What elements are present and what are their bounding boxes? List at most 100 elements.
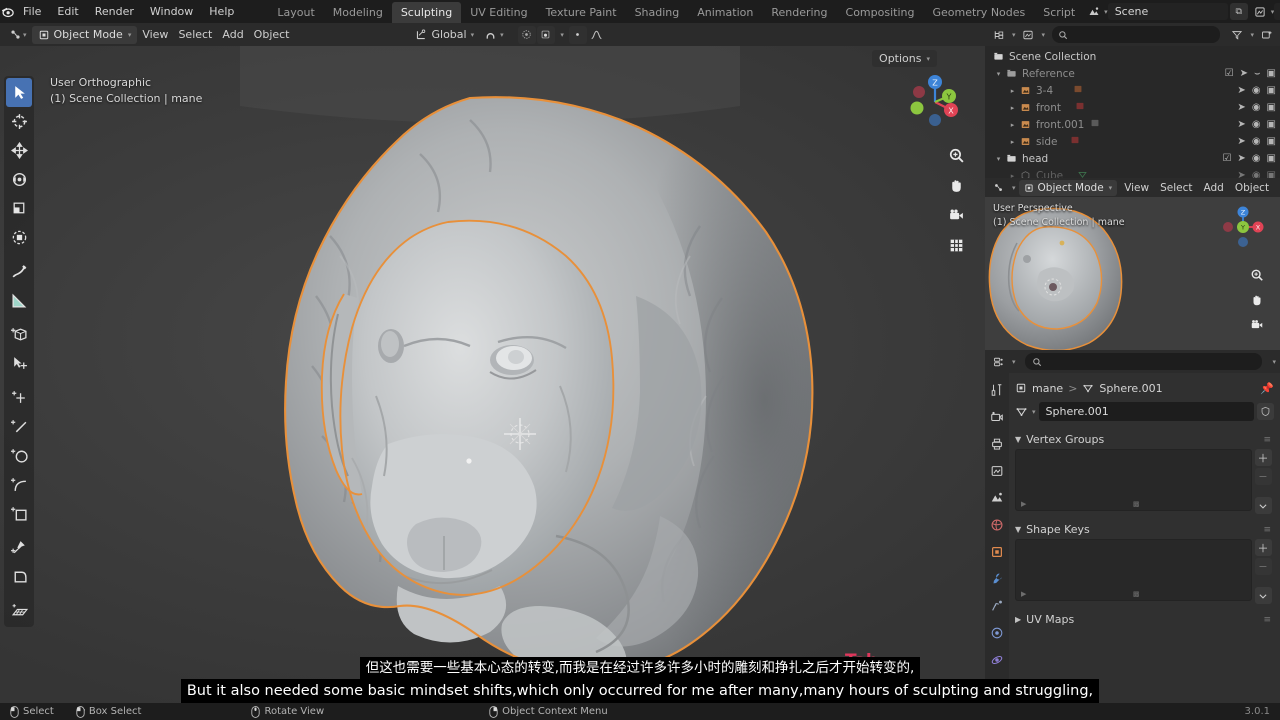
eye-icon[interactable]: ◉ [1252,85,1261,96]
add-polygon-tool[interactable] [6,562,32,591]
fake-user-shield-icon[interactable] [1257,403,1274,420]
properties-search-input[interactable] [1024,353,1263,370]
panel-uv-maps-header[interactable]: ▶ UV Maps ≡ [1015,610,1274,629]
disclosure-icon[interactable]: ▾ [993,70,1004,78]
editor-type-3dview-icon[interactable]: ▾ [4,26,32,44]
secondary-menu-add[interactable]: Add [1200,179,1228,197]
workspace-tab-rendering[interactable]: Rendering [762,2,836,23]
cursor-select-icon[interactable]: ➤ [1237,85,1245,96]
resize-grip-icon[interactable]: ▩ [1133,500,1140,508]
disclosure-icon[interactable]: ▸ [1007,104,1018,112]
select-move-tool[interactable] [6,349,32,378]
breadcrumb-data-name[interactable]: Sphere.001 [1099,382,1162,395]
add-circle-tool[interactable] [6,441,32,470]
datablock-name-field[interactable]: Sphere.001 [1038,402,1254,421]
move-tool[interactable] [6,136,32,165]
camera-icon[interactable]: ▣ [1267,85,1276,96]
add-arc-tool[interactable] [6,470,32,499]
cursor-select-icon[interactable]: ➤ [1237,153,1245,164]
output-tab[interactable] [988,435,1006,453]
outliner-row-scene-collection[interactable]: Scene Collection [985,48,1280,65]
scene-tab[interactable] [988,489,1006,507]
add-pin-tool[interactable] [6,533,32,562]
particles-tab[interactable] [988,597,1006,615]
vertex-group-specials-menu[interactable] [1254,497,1272,514]
pan-hand-icon[interactable] [1248,291,1266,309]
camera-icon[interactable]: ▣ [1267,68,1276,79]
physics-tab[interactable] [988,624,1006,642]
chevron-down-icon[interactable]: ▾ [1272,358,1276,366]
outliner-row-front-001[interactable]: ▸ front.001 ➤ ◉ ▣ [985,116,1280,133]
proportional-edit-icon[interactable] [517,25,536,44]
menu-edit[interactable]: Edit [49,0,86,23]
outliner-row-head[interactable]: ▾ head ☑ ➤ ◉ ▣ [985,150,1280,167]
viewport-options-popover[interactable]: Options ▾ [872,50,937,67]
shape-keys-list[interactable]: ▶ ▩ [1015,539,1252,601]
cursor-select-icon[interactable]: ➤ [1237,102,1245,113]
falloff-type-icon[interactable] [536,25,555,44]
viewport-menu-select[interactable]: Select [173,26,217,44]
outliner-row-reference[interactable]: ▾ Reference ☑ ➤ ⌣ ▣ [985,65,1280,82]
disclosure-icon[interactable]: ▸ [1007,138,1018,146]
falloff-smooth-icon[interactable] [588,26,606,44]
new-scene-icon[interactable]: ⧉ [1229,3,1248,20]
viewport-menu-add[interactable]: Add [217,26,248,44]
editor-type-properties-icon[interactable] [989,353,1008,370]
camera-icon[interactable]: ▣ [1267,153,1276,164]
3d-viewport[interactable]: User Orthographic (1) Scene Collection |… [0,46,985,703]
add-line-tool[interactable] [6,412,32,441]
workspace-tab-geometry-nodes[interactable]: Geometry Nodes [923,2,1034,23]
measure-tool[interactable] [6,286,32,315]
outliner-row-side[interactable]: ▸ side ➤ ◉ ▣ [985,133,1280,150]
eye-icon[interactable]: ◉ [1252,102,1261,113]
editor-type-3dview-icon[interactable] [989,179,1008,196]
camera-icon[interactable]: ▣ [1267,102,1276,113]
annotate-tool[interactable] [6,257,32,286]
mode-selector[interactable]: Object Mode ▾ [31,25,138,44]
outliner-editor[interactable]: ▾ ▾ ▾ Scene Collection ▾ Reference ☑ ➤ ⌣… [985,23,1280,182]
outliner-search-input[interactable] [1052,26,1221,43]
view-layer-tab[interactable] [988,462,1006,480]
eye-icon[interactable]: ◉ [1252,119,1261,130]
secondary-menu-view[interactable]: View [1120,179,1153,197]
zoom-icon[interactable] [1248,266,1266,284]
menu-render[interactable]: Render [87,0,142,23]
properties-editor[interactable]: ▾ ▾ mane > Sphere.001 📌 ▾ Sphere.001 ▼ V… [985,350,1280,703]
workspace-tab-modeling[interactable]: Modeling [324,2,392,23]
eye-icon[interactable]: ◉ [1252,153,1261,164]
blender-logo-icon[interactable] [0,0,15,23]
disclosure-icon[interactable]: ▸ [1007,121,1018,129]
navigation-gizmo[interactable]: Z Y X [903,70,967,134]
add-cube-tool[interactable] [6,320,32,349]
workspace-tab-layout[interactable]: Layout [268,2,323,23]
shape-key-specials-menu[interactable] [1254,587,1272,604]
pin-icon[interactable]: 📌 [1260,382,1274,395]
object-tab[interactable] [988,543,1006,561]
secondary-3d-viewport[interactable]: ▾ Object Mode ▾ View Select Add Object U… [985,178,1280,350]
scene-selector[interactable]: ▾ Scene ⧉ [1084,3,1248,20]
resize-grip-icon[interactable]: ▩ [1133,590,1140,598]
secondary-navigation-gizmo[interactable]: Z Y X [1218,202,1268,252]
view-layer-name-field[interactable]: View Layer [1274,3,1280,20]
cursor-select-icon[interactable]: ➤ [1237,136,1245,147]
outliner-row-front[interactable]: ▸ front ➤ ◉ ▣ [985,99,1280,116]
filter-id-icon[interactable] [1019,26,1038,43]
camera-view-icon[interactable] [1248,316,1266,334]
workspace-tab-texture-paint[interactable]: Texture Paint [537,2,626,23]
outliner-display-mode-icon[interactable] [989,26,1008,43]
view-layer-selector[interactable]: ▾ View Layer ⧉ [1251,3,1280,20]
add-vertex-group-button[interactable]: ＋ [1254,449,1272,466]
world-tab[interactable] [988,516,1006,534]
disclosure-icon[interactable]: ▾ [993,155,1004,163]
chevron-down-icon[interactable]: ▼ [1015,435,1021,444]
secondary-mode-selector[interactable]: Object Mode ▾ [1018,179,1118,196]
hide-icon[interactable]: ⌣ [1254,68,1261,79]
snap-selector[interactable]: ▾ [479,26,509,44]
workspace-tab-script[interactable]: Script [1034,2,1084,23]
add-grid-tool[interactable] [6,596,32,625]
add-box-tool[interactable] [6,499,32,528]
secondary-menu-object[interactable]: Object [1231,179,1273,197]
checkbox-icon[interactable]: ☑ [1222,153,1231,164]
workspace-tab-uv-editing[interactable]: UV Editing [461,2,536,23]
modifier-tab[interactable] [988,570,1006,588]
